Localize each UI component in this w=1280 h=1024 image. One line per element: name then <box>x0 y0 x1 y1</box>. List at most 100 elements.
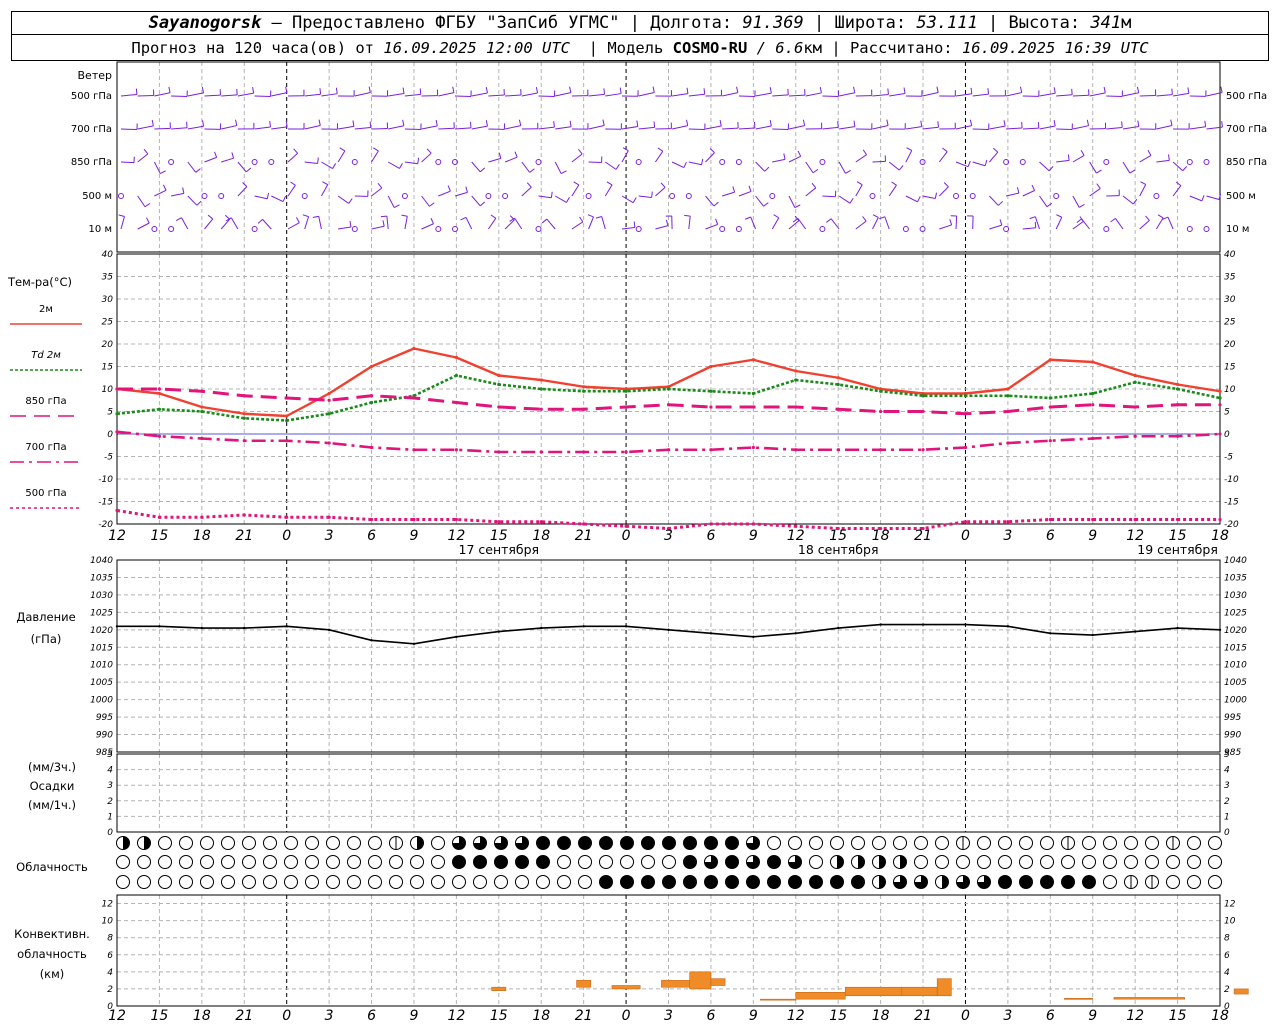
cloud-cover-icon <box>1103 855 1117 869</box>
wind-barb-icon <box>938 186 949 197</box>
precip-tick-label: 2 <box>107 797 113 807</box>
wind-barb-icon <box>221 157 234 163</box>
cloud-cover-icon <box>1061 875 1075 889</box>
wind-barb-icon <box>772 94 789 97</box>
wind-barb-flag-icon <box>653 121 656 128</box>
series-point-1 <box>666 387 671 391</box>
pressure-tick-label: 1030 <box>90 591 113 601</box>
calm-wind-icon <box>168 226 175 232</box>
cloud-circle <box>158 836 172 850</box>
wind-barb-icon <box>230 217 239 230</box>
conv-tick-label: 10 <box>102 917 114 927</box>
series-point-4 <box>412 517 416 522</box>
wind-barb-icon <box>955 125 972 130</box>
cloud-circle <box>347 875 361 889</box>
wind-barb-icon <box>888 161 900 171</box>
series-point-2 <box>1218 403 1222 407</box>
wind-barb-flag-icon <box>1136 86 1140 93</box>
wind-barb-flag-icon <box>369 121 372 128</box>
wind-barb-icon <box>1072 195 1080 208</box>
temp-tick-label: 20 <box>102 340 114 350</box>
series-point-3 <box>157 434 162 438</box>
cloud-cover-icon <box>914 855 928 869</box>
wind-barb-icon <box>972 161 986 167</box>
wind-barb-flag-icon <box>285 86 288 93</box>
wind-barb-flag-icon <box>1170 119 1173 126</box>
wind-barb-icon <box>471 92 488 97</box>
hour-tick-label: 12 <box>787 1008 805 1024</box>
wind-barb-icon <box>1139 155 1152 163</box>
series-point-1 <box>1006 394 1010 398</box>
wind-barb-icon <box>788 155 801 163</box>
wind-barb-icon <box>755 125 772 130</box>
conv-tick-label: 10 <box>1224 917 1236 927</box>
cloud-full <box>704 836 718 850</box>
wind-barb-icon <box>1115 218 1124 230</box>
pressure-point <box>200 626 204 630</box>
wind-barb-icon <box>672 93 689 97</box>
hour-tick-label: 9 <box>749 1008 758 1024</box>
series-point-4 <box>751 522 755 526</box>
cloud-circle <box>1166 875 1180 889</box>
precip-tick-label: 3 <box>107 781 113 791</box>
cloud-circle <box>620 855 634 869</box>
wind-barb-flag-icon <box>1204 120 1207 127</box>
wind-barb-icon <box>187 161 197 173</box>
wind-barb-icon <box>404 161 418 165</box>
cloud-circle <box>1124 855 1138 869</box>
cloud-cover-icon <box>284 875 298 889</box>
cloud-circle <box>1187 875 1201 889</box>
cloud-cover-icon <box>704 836 718 850</box>
wind-barb-flag-icon <box>447 185 451 192</box>
conv-tick-label: 6 <box>107 951 113 961</box>
cloud-circle <box>1040 855 1054 869</box>
wind-barb-flag-icon <box>1175 181 1182 186</box>
wind-level-label: 850 гПа <box>1226 157 1267 168</box>
cloud-cover-icon <box>956 875 970 889</box>
wind-barb-icon <box>588 125 605 130</box>
cloud-cover-icon <box>620 836 634 850</box>
wind-barb-icon <box>1072 155 1085 163</box>
series-point-3 <box>879 448 883 452</box>
cloud-cover-icon <box>1082 836 1096 850</box>
wind-barb-flag-icon <box>269 121 271 128</box>
cloud-cover-icon <box>914 836 928 850</box>
calm-wind-icon <box>118 193 124 199</box>
wind-barb-flag-icon <box>826 218 832 223</box>
series-point-1 <box>963 394 968 398</box>
cloud-full <box>851 875 865 889</box>
cloud-cover-icon <box>830 875 844 889</box>
cloud-circle <box>305 836 319 850</box>
wind-barb-icon <box>705 152 715 163</box>
legend-label: Td 2м <box>31 350 61 361</box>
cloud-full <box>578 836 592 850</box>
wind-barb-icon <box>338 125 354 130</box>
cloud-cover-icon <box>200 836 214 850</box>
temp-tick-label: 20 <box>1224 340 1236 350</box>
cloud-half <box>879 875 886 889</box>
series-point-3 <box>963 445 968 450</box>
wind-barb-flag-icon <box>579 216 584 223</box>
cloud-cover-icon <box>599 855 613 869</box>
cloud-cover-icon <box>851 875 865 889</box>
wind-barb-flag-icon <box>430 218 434 224</box>
cloud-circle <box>305 875 319 889</box>
cloud-circle <box>557 875 571 889</box>
cloud-circle <box>1166 855 1180 869</box>
cloud-cover-icon <box>662 875 676 889</box>
cloud-cover-icon <box>977 855 991 869</box>
wind-barb-flag-icon <box>748 185 752 192</box>
calm-wind-icon <box>735 159 742 165</box>
wind-barb-icon <box>655 225 669 230</box>
legend-label: 700 гПа <box>25 442 66 453</box>
cloud-full <box>473 855 487 869</box>
series-point-1 <box>1218 396 1222 400</box>
wind-barb-icon <box>638 92 655 97</box>
cloud-full <box>494 855 508 869</box>
series-point-3 <box>1175 434 1180 438</box>
wind-barb-icon <box>989 195 999 206</box>
wind-barb-flag-icon <box>380 215 387 218</box>
cloud-half <box>942 875 949 889</box>
wind-barb-flag-icon <box>987 88 990 95</box>
wind-barb-icon <box>221 125 237 130</box>
